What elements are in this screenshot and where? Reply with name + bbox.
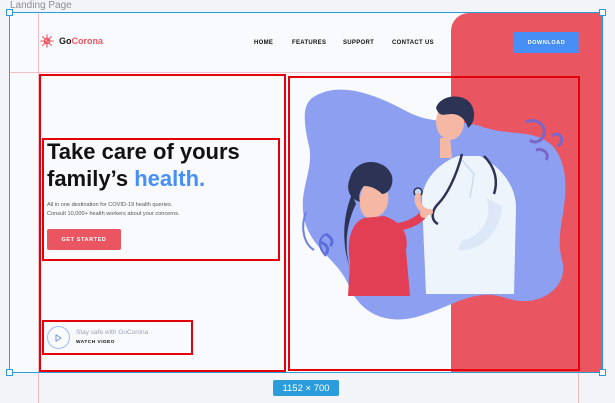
resize-handle[interactable] (6, 9, 13, 16)
resize-handle[interactable] (599, 9, 606, 16)
virus-icon (40, 34, 54, 48)
hero-text-highlight (42, 138, 280, 261)
download-button[interactable]: DOWNLOAD (513, 32, 580, 53)
nav-contact-link[interactable]: CONTACT US (392, 40, 434, 46)
watch-video-highlight (42, 320, 193, 355)
nav-home-link[interactable]: HOME (254, 40, 273, 46)
artboard-label[interactable]: Landing Page (10, 0, 72, 11)
nav-support-link[interactable]: SUPPORT (343, 40, 374, 46)
illustration-column-highlight (288, 76, 580, 371)
brand-logo[interactable]: GoCorona (40, 34, 103, 48)
resize-handle[interactable] (6, 369, 13, 376)
brand-name: GoCorona (59, 36, 103, 46)
layout-guide (10, 72, 602, 73)
resize-handle[interactable] (599, 369, 606, 376)
dimensions-badge: 1152 × 700 (273, 380, 339, 396)
nav-features-link[interactable]: FEATURES (292, 40, 326, 46)
